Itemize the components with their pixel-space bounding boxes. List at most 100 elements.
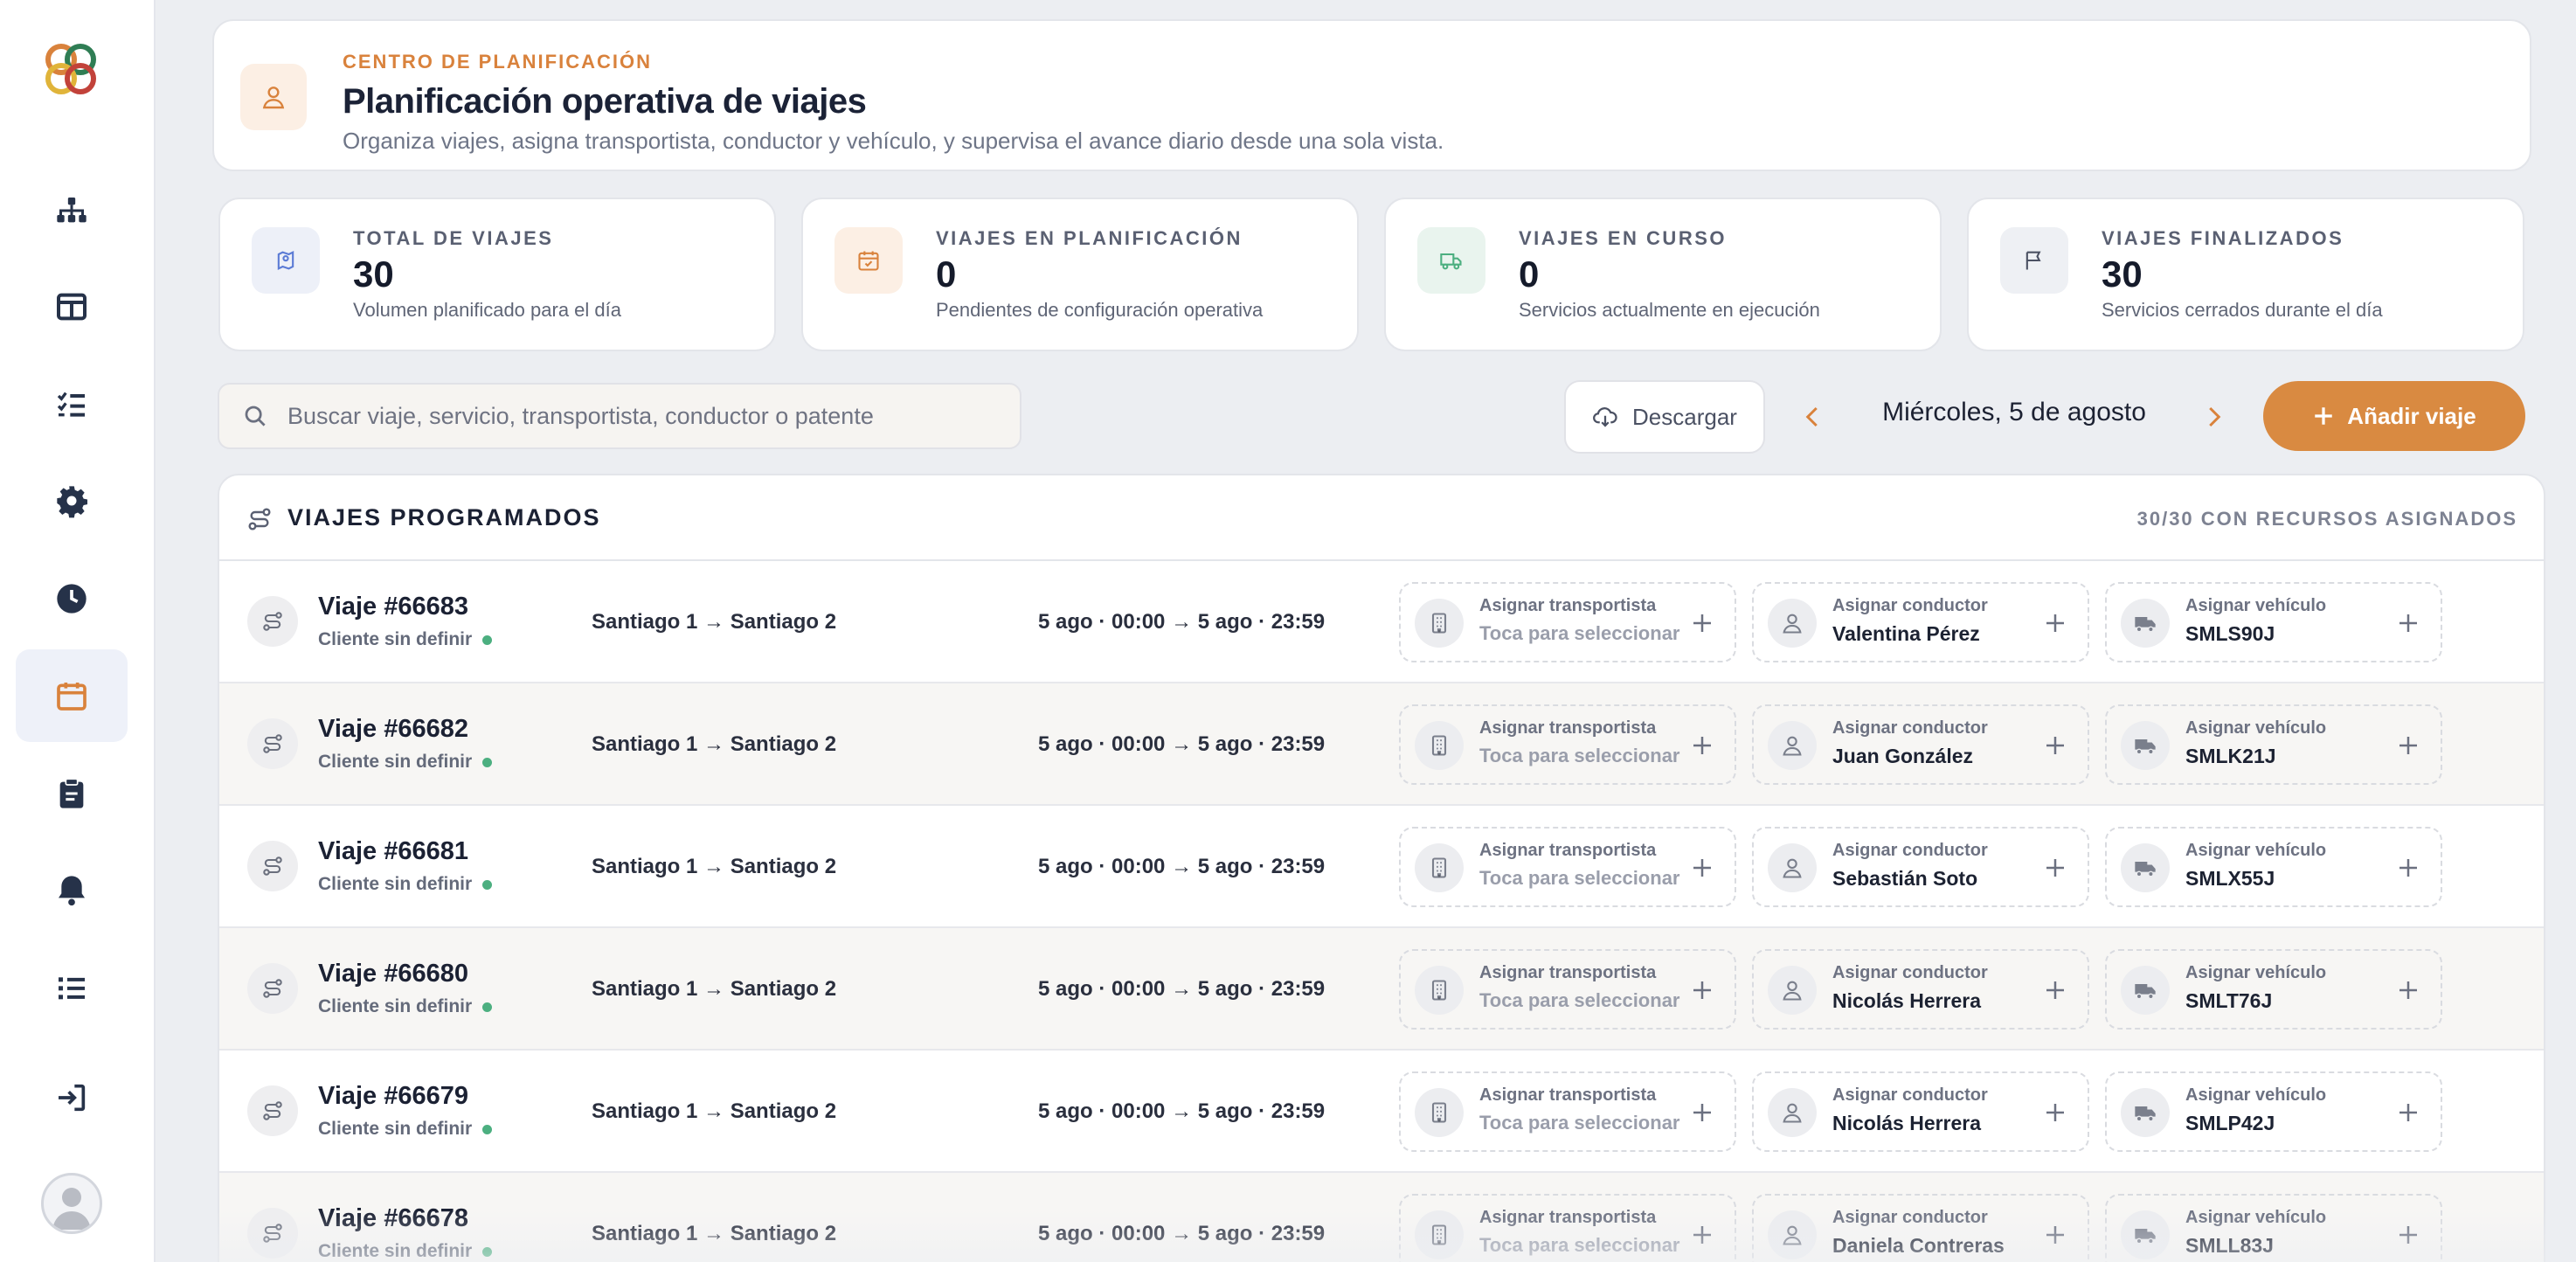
trip-id[interactable]: Viaje #66682 xyxy=(318,715,468,744)
assign-vehicle-button[interactable]: Asignar vehículo SMLL83J xyxy=(2105,1194,2442,1262)
download-button[interactable]: Descargar xyxy=(1564,380,1765,454)
stat-value: 0 xyxy=(1519,253,1540,295)
trip-id[interactable]: Viaje #66683 xyxy=(318,593,468,621)
trip-schedule: 5 ago · 00:00 → 5 ago · 23:59 xyxy=(1038,1099,1326,1123)
assign-driver-button[interactable]: Asignar conductor Valentina Pérez xyxy=(1752,582,2089,662)
calendar-icon xyxy=(57,683,87,711)
route-icon xyxy=(247,1208,298,1259)
avatar[interactable] xyxy=(41,1173,102,1234)
trip-route: Santiago 1 → Santiago 2 xyxy=(592,977,837,1001)
nav-history[interactable] xyxy=(16,552,128,645)
cloud-download-icon xyxy=(1593,407,1617,427)
stat-desc: Servicios actualmente en ejecución xyxy=(1519,299,1820,321)
nav-list[interactable] xyxy=(16,941,128,1034)
trip-id[interactable]: Viaje #66678 xyxy=(318,1204,468,1233)
assign-driver-button[interactable]: Asignar conductor Sebastián Soto xyxy=(1752,827,2089,907)
app-logo[interactable] xyxy=(42,40,100,98)
nav-calendar[interactable] xyxy=(16,649,128,742)
assign-transport-button[interactable]: Asignar transportista Toca para seleccio… xyxy=(1399,949,1736,1030)
bell-icon xyxy=(59,876,85,906)
trip-id[interactable]: Viaje #66681 xyxy=(318,837,468,866)
assign-transport-button[interactable]: Asignar transportista Toca para seleccio… xyxy=(1399,1194,1736,1262)
vehicle-plate: SMLP42J xyxy=(2185,1112,2275,1134)
driver-name: Daniela Contreras xyxy=(1832,1234,2005,1257)
stat-value: 0 xyxy=(936,253,957,295)
trip-route: Santiago 1 → Santiago 2 xyxy=(592,610,837,634)
trip-id[interactable]: Viaje #66680 xyxy=(318,960,468,988)
plus-icon xyxy=(2399,1104,2417,1121)
previous-day-button[interactable] xyxy=(1791,395,1835,439)
plus-icon xyxy=(2046,737,2064,754)
assign-vehicle-button[interactable]: Asignar vehículo SMLT76J xyxy=(2105,949,2442,1030)
assign-driver-button[interactable]: Asignar conductor Daniela Contreras xyxy=(1752,1194,2089,1262)
route-icon xyxy=(247,718,298,769)
assign-driver-button[interactable]: Asignar conductor Juan González xyxy=(1752,704,2089,785)
search-input[interactable] xyxy=(287,402,1004,430)
status-dot xyxy=(482,1246,493,1257)
nav-org-chart[interactable] xyxy=(16,164,128,257)
assign-transport-button[interactable]: Asignar transportista Toca para seleccio… xyxy=(1399,827,1736,907)
calendar-check-icon xyxy=(834,227,903,294)
search-box[interactable] xyxy=(218,383,1021,449)
assign-transport-placeholder: Toca para seleccionar xyxy=(1479,622,1680,644)
stat-desc: Servicios cerrados durante el día xyxy=(2102,299,2383,321)
plus-icon xyxy=(2046,859,2064,877)
assign-vehicle-button[interactable]: Asignar vehículo SMLX55J xyxy=(2105,827,2442,907)
table-row[interactable]: Viaje #66679 Cliente sin definir Santiag… xyxy=(219,1051,2544,1173)
assign-transport-button[interactable]: Asignar transportista Toca para seleccio… xyxy=(1399,704,1736,785)
table-row[interactable]: Viaje #66682 Cliente sin definir Santiag… xyxy=(219,683,2544,806)
table-row[interactable]: Viaje #66683 Cliente sin definir Santiag… xyxy=(219,561,2544,683)
truck-icon xyxy=(2121,721,2170,770)
assign-driver-label: Asignar conductor xyxy=(1832,596,1988,615)
assign-transport-label: Asignar transportista xyxy=(1479,596,1657,615)
user-icon xyxy=(1768,966,1817,1015)
assign-driver-button[interactable]: Asignar conductor Nicolás Herrera xyxy=(1752,1071,2089,1152)
sidebar xyxy=(0,0,156,1262)
stat-label: TOTAL DE VIAJES xyxy=(353,227,554,249)
flag-icon xyxy=(2000,227,2068,294)
trip-route: Santiago 1 → Santiago 2 xyxy=(592,732,837,756)
stat-label: VIAJES EN PLANIFICACIÓN xyxy=(936,227,1243,249)
nav-notifications[interactable] xyxy=(16,844,128,937)
user-icon xyxy=(1768,1210,1817,1259)
assign-vehicle-button[interactable]: Asignar vehículo SMLS90J xyxy=(2105,582,2442,662)
next-day-button[interactable] xyxy=(2192,395,2235,439)
nav-login[interactable] xyxy=(16,1051,128,1144)
truck-icon xyxy=(1417,227,1485,294)
assign-transport-button[interactable]: Asignar transportista Toca para seleccio… xyxy=(1399,582,1736,662)
truck-icon xyxy=(2121,599,2170,648)
assign-transport-button[interactable]: Asignar transportista Toca para seleccio… xyxy=(1399,1071,1736,1152)
add-trip-button[interactable]: Añadir viaje xyxy=(2263,381,2525,451)
nav-settings[interactable] xyxy=(16,454,128,547)
assign-driver-button[interactable]: Asignar conductor Nicolás Herrera xyxy=(1752,949,2089,1030)
truck-icon xyxy=(2121,966,2170,1015)
nav-checklist[interactable] xyxy=(16,358,128,451)
list-icon xyxy=(59,977,85,1000)
table-row[interactable]: Viaje #66680 Cliente sin definir Santiag… xyxy=(219,928,2544,1051)
trip-id[interactable]: Viaje #66679 xyxy=(318,1082,468,1111)
org-chart-icon xyxy=(57,198,87,223)
truck-icon xyxy=(2121,1210,2170,1259)
layout-icon xyxy=(57,293,87,321)
assign-vehicle-button[interactable]: Asignar vehículo SMLP42J xyxy=(2105,1071,2442,1152)
assign-vehicle-button[interactable]: Asignar vehículo SMLK21J xyxy=(2105,704,2442,785)
stat-card-total: TOTAL DE VIAJES 30 Volumen planificado p… xyxy=(218,198,776,351)
gear-icon xyxy=(57,486,87,518)
stat-desc: Volumen planificado para el día xyxy=(353,299,621,321)
trip-route: Santiago 1 → Santiago 2 xyxy=(592,1099,837,1123)
plus-icon xyxy=(2046,981,2064,999)
assign-transport-label: Asignar transportista xyxy=(1479,963,1657,982)
route-icon xyxy=(248,508,271,530)
table-row[interactable]: Viaje #66681 Cliente sin definir Santiag… xyxy=(219,806,2544,928)
nav-clipboard[interactable] xyxy=(16,747,128,840)
nav-layout[interactable] xyxy=(16,260,128,353)
plus-icon xyxy=(2399,737,2417,754)
trips-panel: VIAJES PROGRAMADOS 30/30 CON RECURSOS AS… xyxy=(218,474,2545,1262)
assign-transport-label: Asignar transportista xyxy=(1479,1208,1657,1227)
stat-card-in-progress: VIAJES EN CURSO 0 Servicios actualmente … xyxy=(1384,198,1942,351)
assign-driver-label: Asignar conductor xyxy=(1832,1085,1988,1105)
stat-label: VIAJES FINALIZADOS xyxy=(2102,227,2344,249)
map-pin-icon xyxy=(252,227,320,294)
table-row[interactable]: Viaje #66678 Cliente sin definir Santiag… xyxy=(219,1173,2544,1262)
building-icon xyxy=(1415,721,1464,770)
